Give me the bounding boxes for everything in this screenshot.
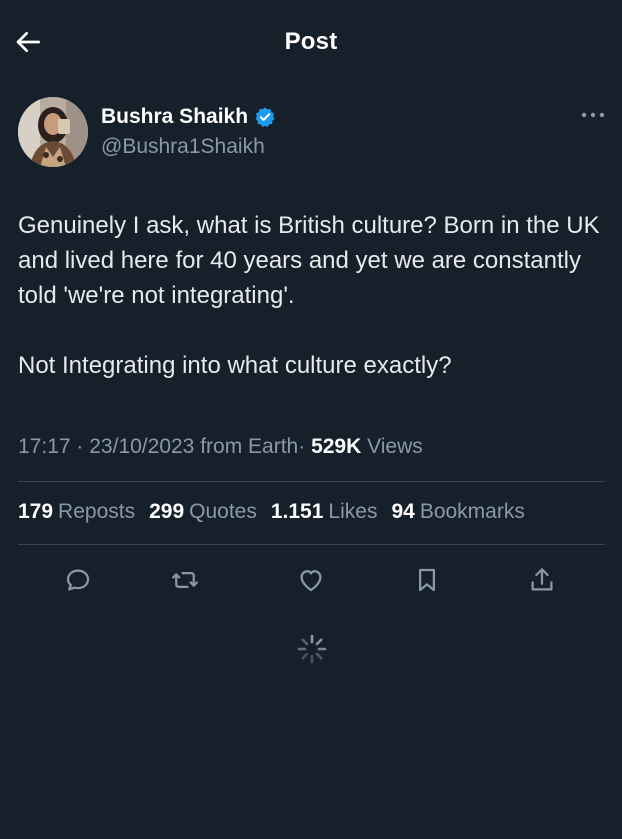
post-text: Genuinely I ask, what is British culture… xyxy=(18,208,608,383)
author-name[interactable]: Bushra Shaikh xyxy=(101,105,248,129)
bookmark-icon xyxy=(419,568,435,592)
quotes-stat[interactable]: 299 Quotes xyxy=(149,500,257,524)
post-author: Bushra Shaikh @Bushra1Shaikh xyxy=(18,97,608,169)
likes-stat[interactable]: 1.151 Likes xyxy=(271,500,378,524)
loading-spinner-icon xyxy=(295,632,329,666)
post-paragraph: Not Integrating into what culture exactl… xyxy=(18,352,452,379)
top-bar: Post xyxy=(0,0,622,86)
likes-label: Likes xyxy=(328,500,378,523)
post-date[interactable]: 23/10/2023 xyxy=(89,435,194,458)
post-paragraph: Genuinely I ask, what is British culture… xyxy=(18,212,600,309)
author-name-row: Bushra Shaikh xyxy=(101,105,276,129)
reposts-stat[interactable]: 179 Reposts xyxy=(18,500,135,524)
reply-button[interactable] xyxy=(58,560,98,600)
reposts-count: 179 xyxy=(18,500,54,523)
bookmarks-count: 94 xyxy=(391,500,415,523)
author-handle[interactable]: @Bushra1Shaikh xyxy=(101,135,265,159)
meta-separator: · xyxy=(76,435,84,458)
bookmarks-stat[interactable]: 94 Bookmarks xyxy=(391,500,524,524)
meta-separator: · xyxy=(298,435,306,458)
post-meta: 17:17 · 23/10/2023 from Earth· 529K View… xyxy=(18,435,423,459)
like-button[interactable] xyxy=(291,560,331,600)
quotes-count: 299 xyxy=(149,500,185,523)
more-dots-icon xyxy=(581,112,605,118)
views-label: Views xyxy=(367,435,423,458)
share-icon xyxy=(531,568,553,591)
share-button[interactable] xyxy=(522,560,562,600)
post-source: from Earth xyxy=(200,435,299,458)
more-options-button[interactable] xyxy=(578,105,608,125)
divider xyxy=(18,544,605,545)
views-count[interactable]: 529K xyxy=(311,435,361,458)
avatar-image xyxy=(18,97,88,167)
reply-icon xyxy=(66,569,90,591)
reposts-label: Reposts xyxy=(58,500,136,523)
page-title: Post xyxy=(284,28,338,55)
bookmark-button[interactable] xyxy=(407,560,447,600)
verified-badge-icon xyxy=(254,106,276,128)
action-bar xyxy=(0,560,622,600)
quotes-label: Quotes xyxy=(189,500,257,523)
post-time[interactable]: 17:17 xyxy=(18,435,71,458)
likes-count: 1.151 xyxy=(270,500,324,523)
divider xyxy=(18,481,605,482)
repost-button[interactable] xyxy=(165,560,205,600)
engagement-stats: 179 Reposts 299 Quotes 1.151 Likes 94 Bookma… xyxy=(18,500,539,524)
avatar[interactable] xyxy=(18,97,88,167)
heart-icon xyxy=(300,570,322,592)
bookmarks-label: Bookmarks xyxy=(419,500,525,523)
repost-icon xyxy=(172,572,198,588)
